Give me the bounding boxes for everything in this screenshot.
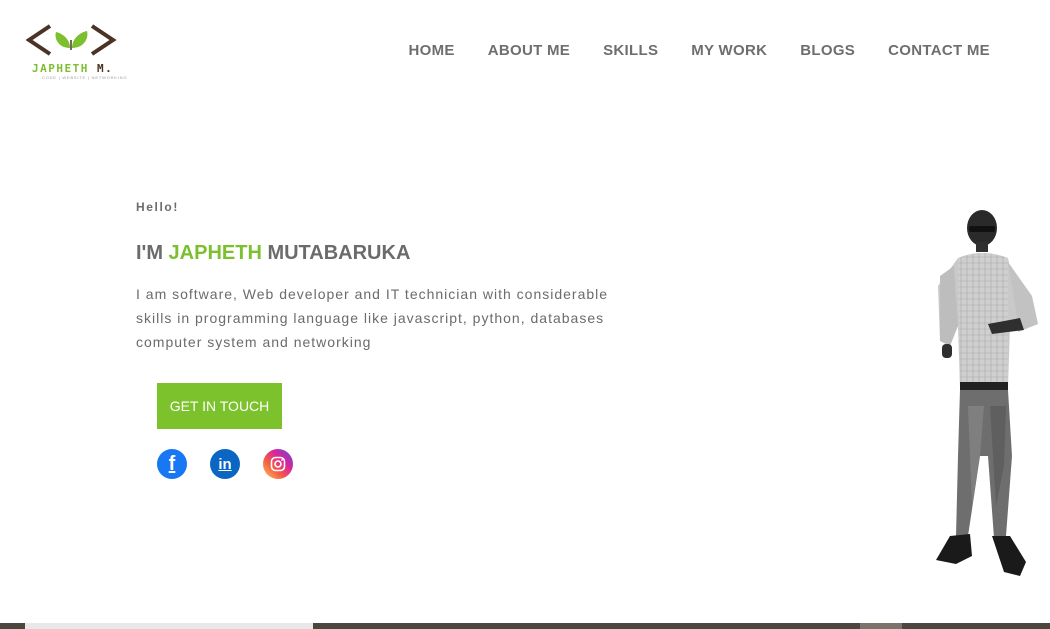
next-section-edge-mid (860, 623, 902, 629)
hero-title-suffix: MUTABARUKA (261, 242, 411, 264)
linkedin-icon[interactable]: in (210, 449, 240, 479)
nav-home[interactable]: HOME (409, 42, 455, 59)
hero-title-highlight: JAPHETH (168, 242, 262, 264)
get-in-touch-button[interactable]: GET IN TOUCH (157, 383, 282, 429)
logo-name: JAPHETH M. (32, 62, 113, 75)
hero-title: I'M JAPHETH MUTABARUKA (136, 242, 410, 265)
profile-photo (936, 210, 1038, 576)
hero-description: I am software, Web developer and IT tech… (136, 286, 609, 350)
instagram-camera-glyph (270, 456, 286, 472)
facebook-icon[interactable]: f (157, 449, 187, 479)
nav-skills[interactable]: SKILLS (603, 42, 658, 59)
code-brackets-leaves-icon (26, 24, 117, 56)
logo-tagline: CODE | WEBSITE | NETWORKING (42, 75, 128, 80)
nav-blogs[interactable]: BLOGS (800, 42, 855, 59)
nav-my-work[interactable]: MY WORK (691, 42, 767, 59)
next-section-edge-light (25, 623, 313, 629)
hero-title-prefix: I'M (136, 242, 169, 264)
next-section-edge (0, 623, 1050, 629)
logo-last-name: M. (96, 62, 114, 75)
instagram-icon[interactable] (263, 449, 293, 479)
nav-contact-me[interactable]: CONTACT ME (888, 42, 990, 59)
hero-greeting: Hello! (136, 200, 179, 214)
site-logo[interactable]: JAPHETH M. CODE | WEBSITE | NETWORKING (26, 22, 126, 84)
nav-about-me[interactable]: ABOUT ME (488, 42, 570, 59)
logo-first-name: JAPHETH (32, 62, 89, 75)
main-nav: HOME ABOUT ME SKILLS MY WORK BLOGS CONTA… (409, 42, 990, 59)
